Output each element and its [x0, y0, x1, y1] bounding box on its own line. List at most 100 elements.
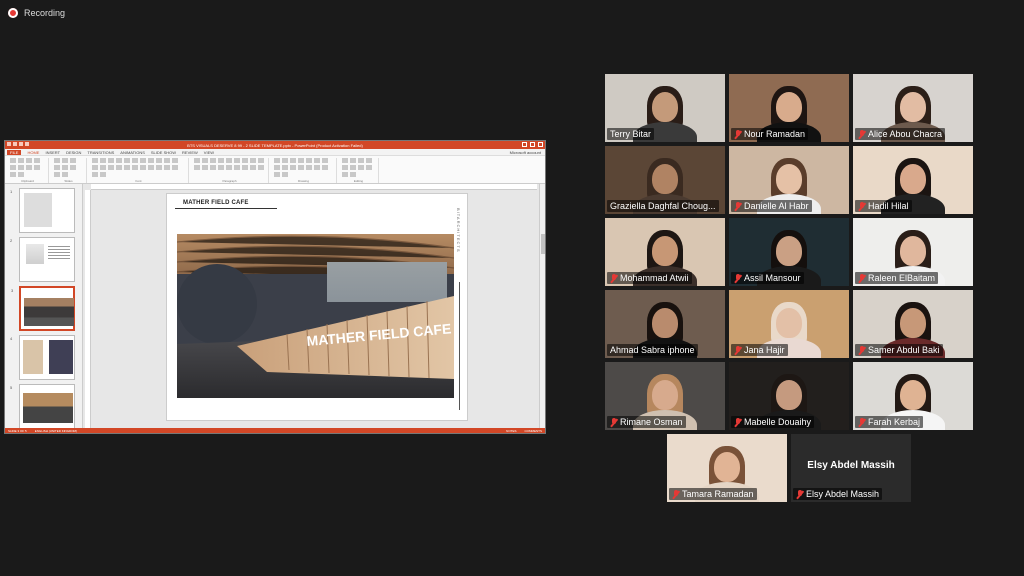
video-face [776, 92, 802, 122]
title-underline [175, 208, 277, 209]
participant-tile[interactable]: Ahmad Sabra iphone [605, 290, 725, 358]
participant-tile[interactable]: Alice Abou Chacra [853, 74, 973, 142]
video-face [652, 236, 678, 266]
ribbon-tab-insert[interactable]: INSERT [45, 150, 60, 155]
ribbon-tab-file[interactable]: FILE [7, 149, 22, 155]
vertical-scrollbar[interactable] [539, 184, 545, 428]
ribbon-tab-transitions[interactable]: TRANSITIONS [87, 150, 114, 155]
mic-muted-icon [796, 489, 804, 499]
slide-thumbnail-3[interactable]: 3 [11, 286, 75, 331]
participant-tile[interactable]: Samer Abdul Baki [853, 290, 973, 358]
mic-muted-icon [858, 273, 866, 283]
record-icon [8, 8, 18, 18]
participant-tile[interactable]: Elsy Abdel Massih Elsy Abdel Massih [791, 434, 911, 502]
participant-tile[interactable]: Graziella Daghfal Choug... [605, 146, 725, 214]
cafe-render-image[interactable]: MATHER FIELD CAFE [177, 234, 454, 398]
participant-tile[interactable]: Hadil Hilal [853, 146, 973, 214]
ribbon-tab-home[interactable]: HOME [27, 150, 39, 155]
participant-name: Mohammad Atwii [620, 273, 689, 283]
thumbnail-image [23, 393, 73, 423]
participant-name-label: Farah Kerbaj [855, 416, 924, 428]
slide-thumbnail-5[interactable]: 5 [10, 384, 75, 428]
ribbon-group-label: Editing [353, 179, 364, 183]
participant-name-large: Elsy Abdel Massih [807, 460, 895, 471]
participant-name-label: Graziella Daghfal Choug... [607, 200, 719, 212]
mic-muted-icon [858, 129, 866, 139]
slide-thumbnail-4[interactable]: 4 [10, 335, 75, 380]
ribbon-group-clipboard[interactable]: Clipboard [7, 158, 49, 183]
participant-name-label: Mabelle Douaihy [731, 416, 815, 428]
participant-tile[interactable]: Tamara Ramadan [667, 434, 787, 502]
cafe-render-svg: MATHER FIELD CAFE [177, 234, 454, 398]
ribbon-tab-review[interactable]: REVIEW [182, 150, 198, 155]
participant-name: Assil Mansour [744, 273, 801, 283]
ppt-workspace: 1 2 345 MATHER FIELD CAFE BITARCHITECTS MA… [5, 184, 545, 428]
ribbon-tab-design[interactable]: DESIGN [66, 150, 81, 155]
slide-thumbnail-1[interactable]: 1 [10, 188, 75, 233]
participant-tile[interactable]: Nour Ramadan [729, 74, 849, 142]
thumbnail-text [48, 246, 70, 260]
ppt-status-bar: SLIDE 3 OF 5 ENGLISH (UNITED KINGDOM) NO… [5, 428, 545, 433]
ribbon-tab-view[interactable]: VIEW [204, 150, 214, 155]
participant-name: Jana Hajir [744, 345, 785, 355]
participant-tile[interactable]: Jana Hajir [729, 290, 849, 358]
video-face [776, 380, 802, 410]
ribbon-group-label: Clipboard [21, 179, 34, 183]
participant-tile[interactable]: Terry Bitar [605, 74, 725, 142]
ribbon-tab-animations[interactable]: ANIMATIONS [120, 150, 145, 155]
ribbon-group-editing[interactable]: Editing [339, 158, 379, 183]
video-face [776, 308, 802, 338]
window-controls[interactable] [522, 142, 543, 147]
ribbon-group-label: Drawing [297, 179, 309, 183]
video-face [714, 452, 740, 482]
ribbon-tab-slide-show[interactable]: SLIDE SHOW [151, 150, 176, 155]
participant-name: Samer Abdul Baki [868, 345, 940, 355]
participant-tile[interactable]: Assil Mansour [729, 218, 849, 286]
participant-name: Mabelle Douaihy [744, 417, 812, 427]
slide-thumbnail-pane[interactable]: 1 2 3 4 5 [5, 184, 83, 428]
maximize-icon [530, 142, 535, 147]
shared-screen-powerpoint[interactable]: BTS VISUALS DESERVE 8 99 - 2 SLIDE TEMPL… [4, 140, 546, 434]
participant-name-label: Jana Hajir [731, 344, 788, 356]
video-face [900, 380, 926, 410]
slide-thumbnail-2[interactable]: 2 [10, 237, 75, 282]
participant-name: Nour Ramadan [744, 129, 806, 139]
video-face [900, 164, 926, 194]
video-face [652, 308, 678, 338]
status-comments[interactable]: COMMENTS [525, 429, 543, 433]
participant-name-label: Hadil Hilal [855, 200, 912, 212]
slide-number: 2 [10, 238, 13, 243]
thumbnail-image [23, 340, 73, 374]
ribbon-group-font[interactable]: Font [89, 158, 189, 183]
participant-tile[interactable]: Mabelle Douaihy [729, 362, 849, 430]
participant-name: Elsy Abdel Massih [806, 489, 880, 499]
mic-muted-icon [610, 417, 618, 427]
participant-tile[interactable]: Mohammad Atwii [605, 218, 725, 286]
slide-canvas[interactable]: MATHER FIELD CAFE BITARCHITECTS MATHER F… [167, 194, 467, 420]
participant-name-label: Rimane Osman [607, 416, 686, 428]
quick-access-toolbar[interactable] [7, 142, 29, 146]
participant-tile[interactable]: Raleen ElBaitam [853, 218, 973, 286]
recording-label: Recording [24, 8, 66, 18]
ribbon-group-paragraph[interactable]: Paragraph [191, 158, 269, 183]
mic-muted-icon [610, 273, 618, 283]
ribbon-group-drawing[interactable]: Drawing [271, 158, 337, 183]
account-link[interactable]: Microsoft account [510, 150, 541, 155]
thumbnail-image [24, 298, 74, 326]
participant-tile[interactable]: Farah Kerbaj [853, 362, 973, 430]
participant-name-label: Nour Ramadan [731, 128, 809, 140]
ribbon-group-slides[interactable]: Slides [51, 158, 87, 183]
brand-vertical-text: BITARCHITECTS [456, 208, 461, 253]
status-language: ENGLISH (UNITED KINGDOM) [34, 428, 78, 433]
mic-muted-icon [734, 273, 742, 283]
participant-name: Ahmad Sabra iphone [610, 345, 695, 355]
slide-title[interactable]: MATHER FIELD CAFE [183, 200, 249, 206]
mic-muted-icon [858, 417, 866, 427]
status-notes[interactable]: NOTES [506, 429, 516, 433]
participant-tile[interactable]: Rimane Osman [605, 362, 725, 430]
vertical-rule [459, 282, 460, 410]
participant-name-label: Raleen ElBaitam [855, 272, 939, 284]
participant-tile[interactable]: Danielle Al Habr [729, 146, 849, 214]
participant-name-label: Mohammad Atwii [607, 272, 692, 284]
participant-name: Rimane Osman [620, 417, 683, 427]
